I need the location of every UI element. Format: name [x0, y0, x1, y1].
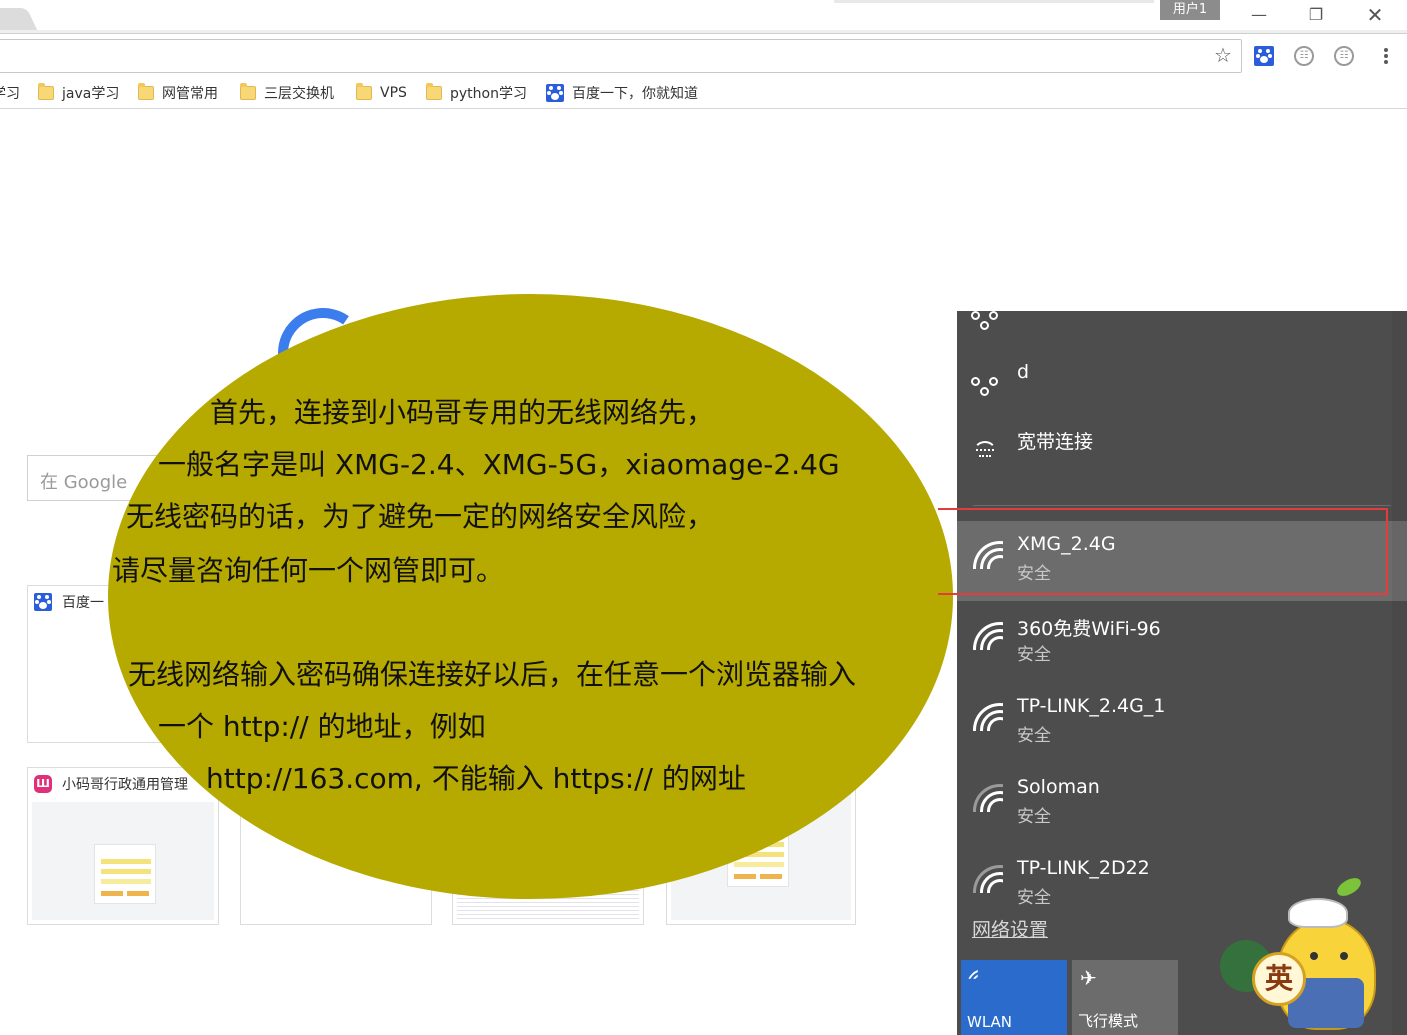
- bookmark-item[interactable]: java学习: [38, 82, 119, 104]
- callout-line: 无线密码的话，为了避免一定的网络安全风险，: [126, 500, 715, 533]
- airplane-label: 飞行模式: [1078, 1012, 1139, 1030]
- highlight-box: [938, 508, 1388, 595]
- callout-line: 无线网络输入密码确保连接好以后，在任意一个浏览器输入: [128, 658, 857, 691]
- callout-line: 一般名字是叫 XMG-2.4、XMG-5G，xiaomage-2.4G: [158, 448, 840, 481]
- callout-line: 一个 http:// 的地址，例如: [158, 710, 486, 743]
- app-logo-icon: Ш: [34, 775, 52, 793]
- tile-header: 百度一: [34, 592, 104, 612]
- folder-icon: [426, 83, 442, 100]
- folder-icon: [240, 83, 256, 100]
- broadband-icon: [973, 441, 1001, 469]
- wifi-signal-icon: [973, 701, 1003, 731]
- bookmark-item[interactable]: python学习: [426, 82, 527, 104]
- bookmark-item[interactable]: 百度一下，你就知道: [546, 82, 698, 104]
- bookmark-label: 网管常用: [162, 86, 218, 102]
- profile-badge[interactable]: 用户1: [1160, 0, 1220, 20]
- screen: 用户1 — ❐ ✕ ☆ ☷ ☷ 学习 java学习 网管常用: [0, 0, 1407, 1035]
- tile-thumbnail: [32, 802, 214, 920]
- network-status: 安全: [1017, 726, 1051, 746]
- dialup-icon: [971, 375, 1001, 405]
- browser-tab[interactable]: [0, 8, 38, 30]
- baidu-paw-icon: [34, 593, 52, 611]
- airplane-mode-toggle[interactable]: ✈ 飞行模式: [1072, 960, 1178, 1035]
- bookmark-item[interactable]: VPS: [356, 82, 407, 104]
- folder-icon: [356, 83, 372, 100]
- titlebar-shadow: [834, 0, 1154, 3]
- broadband-connection[interactable]: 宽带连接: [957, 421, 1407, 501]
- wifi-network[interactable]: TP-LINK_2.4G_1 安全: [957, 683, 1407, 763]
- minimize-button[interactable]: —: [1236, 2, 1282, 28]
- wifi-signal-icon: [973, 782, 1003, 812]
- tile-header: Ш 小码哥行政通用管理: [34, 774, 188, 794]
- restore-button[interactable]: ❐: [1293, 2, 1339, 28]
- bookmark-label: 三层交换机: [264, 86, 334, 102]
- browser-menu-icon[interactable]: [1376, 46, 1396, 66]
- tile-title: 百度一: [62, 595, 104, 611]
- network-name: Soloman: [1017, 776, 1100, 798]
- bookmark-label: 学习: [0, 86, 20, 102]
- network-name: d: [1017, 361, 1030, 383]
- tile-title: 小码哥行政通用管理: [62, 777, 188, 793]
- mascot-sticker: 英: [1248, 874, 1398, 1035]
- dialup-icon: [971, 311, 1001, 339]
- wifi-signal-icon: [973, 863, 1003, 893]
- bookmarks-bar: 学习 java学习 网管常用 三层交换机 VPS python学习: [0, 78, 1407, 109]
- baidu-paw-icon: [546, 84, 564, 102]
- bookmark-label: VPS: [380, 85, 407, 101]
- folder-icon: [138, 83, 154, 100]
- browser-toolbar: ☆ ☷ ☷: [0, 34, 1407, 78]
- baidu-extension-icon[interactable]: [1254, 46, 1274, 66]
- close-button[interactable]: ✕: [1352, 2, 1398, 28]
- mascot-badge: 英: [1252, 952, 1306, 1006]
- network-name: 360免费WiFi-96: [1017, 618, 1161, 640]
- folder-icon: [38, 83, 54, 100]
- bookmark-label: 百度一下，你就知道: [572, 86, 698, 102]
- network-status: 安全: [1017, 807, 1051, 827]
- login-form-thumbnail: [94, 844, 156, 904]
- browser-titlebar: 用户1 — ❐ ✕: [0, 0, 1407, 34]
- wifi-icon: [967, 968, 978, 979]
- airplane-icon: ✈: [1080, 966, 1097, 990]
- most-visited-tile[interactable]: Ш 小码哥行政通用管理: [27, 767, 219, 925]
- mascot-eye: [1340, 952, 1348, 960]
- mascot-eye: [1310, 952, 1318, 960]
- callout-line: 首先，连接到小码哥专用的无线网络先，: [210, 396, 715, 429]
- bookmark-item[interactable]: 网管常用: [138, 82, 218, 104]
- bookmark-star-icon[interactable]: ☆: [1212, 44, 1234, 66]
- wifi-network[interactable]: Soloman 安全: [957, 764, 1407, 844]
- network-status: 安全: [1017, 888, 1051, 908]
- mascot-hat: [1288, 898, 1348, 928]
- network-status: 安全: [1017, 645, 1051, 665]
- wifi-network[interactable]: 360免费WiFi-96 安全: [957, 602, 1407, 682]
- search-placeholder: 在 Google: [40, 472, 128, 493]
- instruction-callout: [108, 294, 953, 899]
- bookmark-item[interactable]: 学习: [0, 82, 20, 104]
- extension-icon[interactable]: ☷: [1294, 46, 1314, 66]
- network-name: 宽带连接: [1017, 431, 1094, 453]
- address-bar[interactable]: [0, 39, 1242, 73]
- bookmark-label: python学习: [450, 86, 527, 102]
- network-name: TP-LINK_2D22: [1017, 857, 1150, 879]
- wlan-toggle[interactable]: WLAN: [961, 960, 1067, 1035]
- bookmark-label: java学习: [62, 86, 120, 102]
- network-settings-link[interactable]: 网络设置: [972, 915, 1048, 942]
- callout-line: http://163.com, 不能输入 https:// 的网址: [206, 762, 746, 795]
- callout-line: 请尽量咨询任何一个网管即可。: [112, 554, 505, 587]
- flyout-divider: [973, 505, 1391, 506]
- dialup-connection[interactable]: d: [957, 351, 1407, 431]
- wifi-signal-icon: [973, 620, 1003, 650]
- extension-icon[interactable]: ☷: [1334, 46, 1354, 66]
- bookmark-item[interactable]: 三层交换机: [240, 82, 334, 104]
- wlan-label: WLAN: [967, 1013, 1013, 1031]
- network-name: TP-LINK_2.4G_1: [1017, 695, 1166, 717]
